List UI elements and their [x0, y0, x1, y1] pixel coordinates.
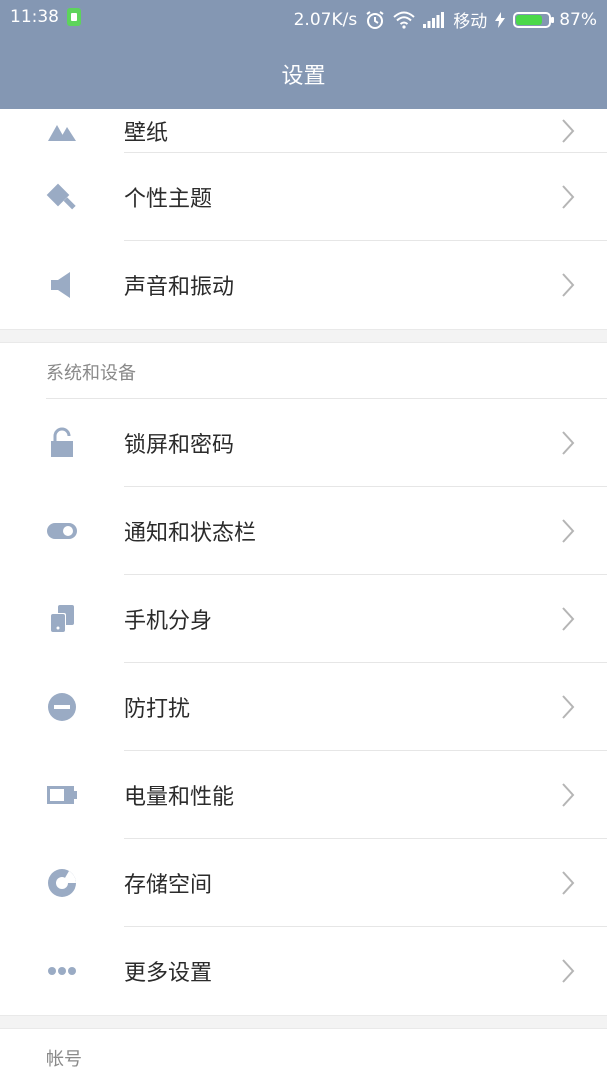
more-dots-icon	[48, 967, 76, 975]
chevron-right-icon	[562, 607, 575, 631]
settings-item-label: 锁屏和密码	[124, 433, 235, 458]
theme-brush-icon	[46, 183, 76, 210]
section-title: 帐号	[46, 1049, 82, 1070]
chevron-right-icon	[562, 959, 575, 983]
page-title: 设置	[281, 64, 326, 89]
chevron-right-icon	[562, 695, 575, 719]
settings-item-sound[interactable]: 声音和振动	[0, 241, 607, 329]
settings-item-more[interactable]: 更多设置	[0, 927, 607, 1015]
chevron-right-icon	[562, 119, 575, 143]
lock-icon	[51, 427, 73, 457]
settings-item-label: 手机分身	[124, 609, 213, 634]
settings-list: 壁纸 个性主题 声音和振动 系统和设备 锁屏和密码 通知和状态栏 手机分身 防打…	[0, 109, 607, 1070]
section-gap	[0, 329, 607, 343]
carrier-name: 移动	[453, 12, 488, 32]
wallpaper-icon	[48, 125, 76, 141]
battery-indicator	[513, 11, 555, 28]
settings-item-theme[interactable]: 个性主题	[0, 153, 607, 241]
do-not-disturb-icon	[48, 693, 76, 721]
chevron-right-icon	[562, 273, 575, 297]
network-speed: 2.07K/s	[293, 9, 358, 30]
settings-item-label: 更多设置	[124, 961, 213, 986]
dual-phone-icon	[50, 605, 74, 633]
battery-icon	[47, 786, 77, 804]
section-gap	[0, 1015, 607, 1029]
signal-icon	[423, 11, 445, 28]
settings-item-label: 存储空间	[124, 873, 213, 898]
settings-item-label: 个性主题	[124, 187, 213, 212]
status-bar: 11:38 2.07K/s 移动 87%	[0, 0, 607, 36]
storage-pie-icon	[48, 869, 76, 897]
section-header-system: 系统和设备	[0, 343, 607, 399]
battery-percent: 87%	[559, 9, 597, 30]
charging-icon	[495, 11, 506, 28]
settings-item-storage[interactable]: 存储空间	[0, 839, 607, 927]
settings-item-label: 通知和状态栏	[124, 521, 257, 546]
settings-item-label: 声音和振动	[124, 275, 235, 300]
chevron-right-icon	[562, 519, 575, 543]
wifi-icon	[393, 11, 415, 29]
settings-item-lock-screen[interactable]: 锁屏和密码	[0, 399, 607, 487]
settings-item-battery[interactable]: 电量和性能	[0, 751, 607, 839]
section-title: 系统和设备	[46, 363, 136, 384]
chevron-right-icon	[562, 783, 575, 807]
app-header: 11:38 2.07K/s 移动 87% 设置	[0, 0, 607, 109]
chevron-right-icon	[562, 185, 575, 209]
toggle-icon	[47, 523, 77, 539]
chevron-right-icon	[562, 431, 575, 455]
settings-item-label: 防打扰	[124, 697, 191, 722]
chevron-right-icon	[562, 871, 575, 895]
alarm-icon	[366, 10, 384, 29]
settings-item-label: 壁纸	[124, 121, 169, 146]
settings-item-wallpaper[interactable]: 壁纸	[0, 109, 607, 153]
settings-item-second-space[interactable]: 手机分身	[0, 575, 607, 663]
clock: 11:38	[10, 7, 59, 27]
section-header-account: 帐号	[0, 1029, 607, 1070]
settings-item-do-not-disturb[interactable]: 防打扰	[0, 663, 607, 751]
settings-item-label: 电量和性能	[124, 785, 235, 810]
settings-item-notifications[interactable]: 通知和状态栏	[0, 487, 607, 575]
battery-saver-icon	[67, 8, 81, 26]
speaker-icon	[51, 272, 70, 298]
